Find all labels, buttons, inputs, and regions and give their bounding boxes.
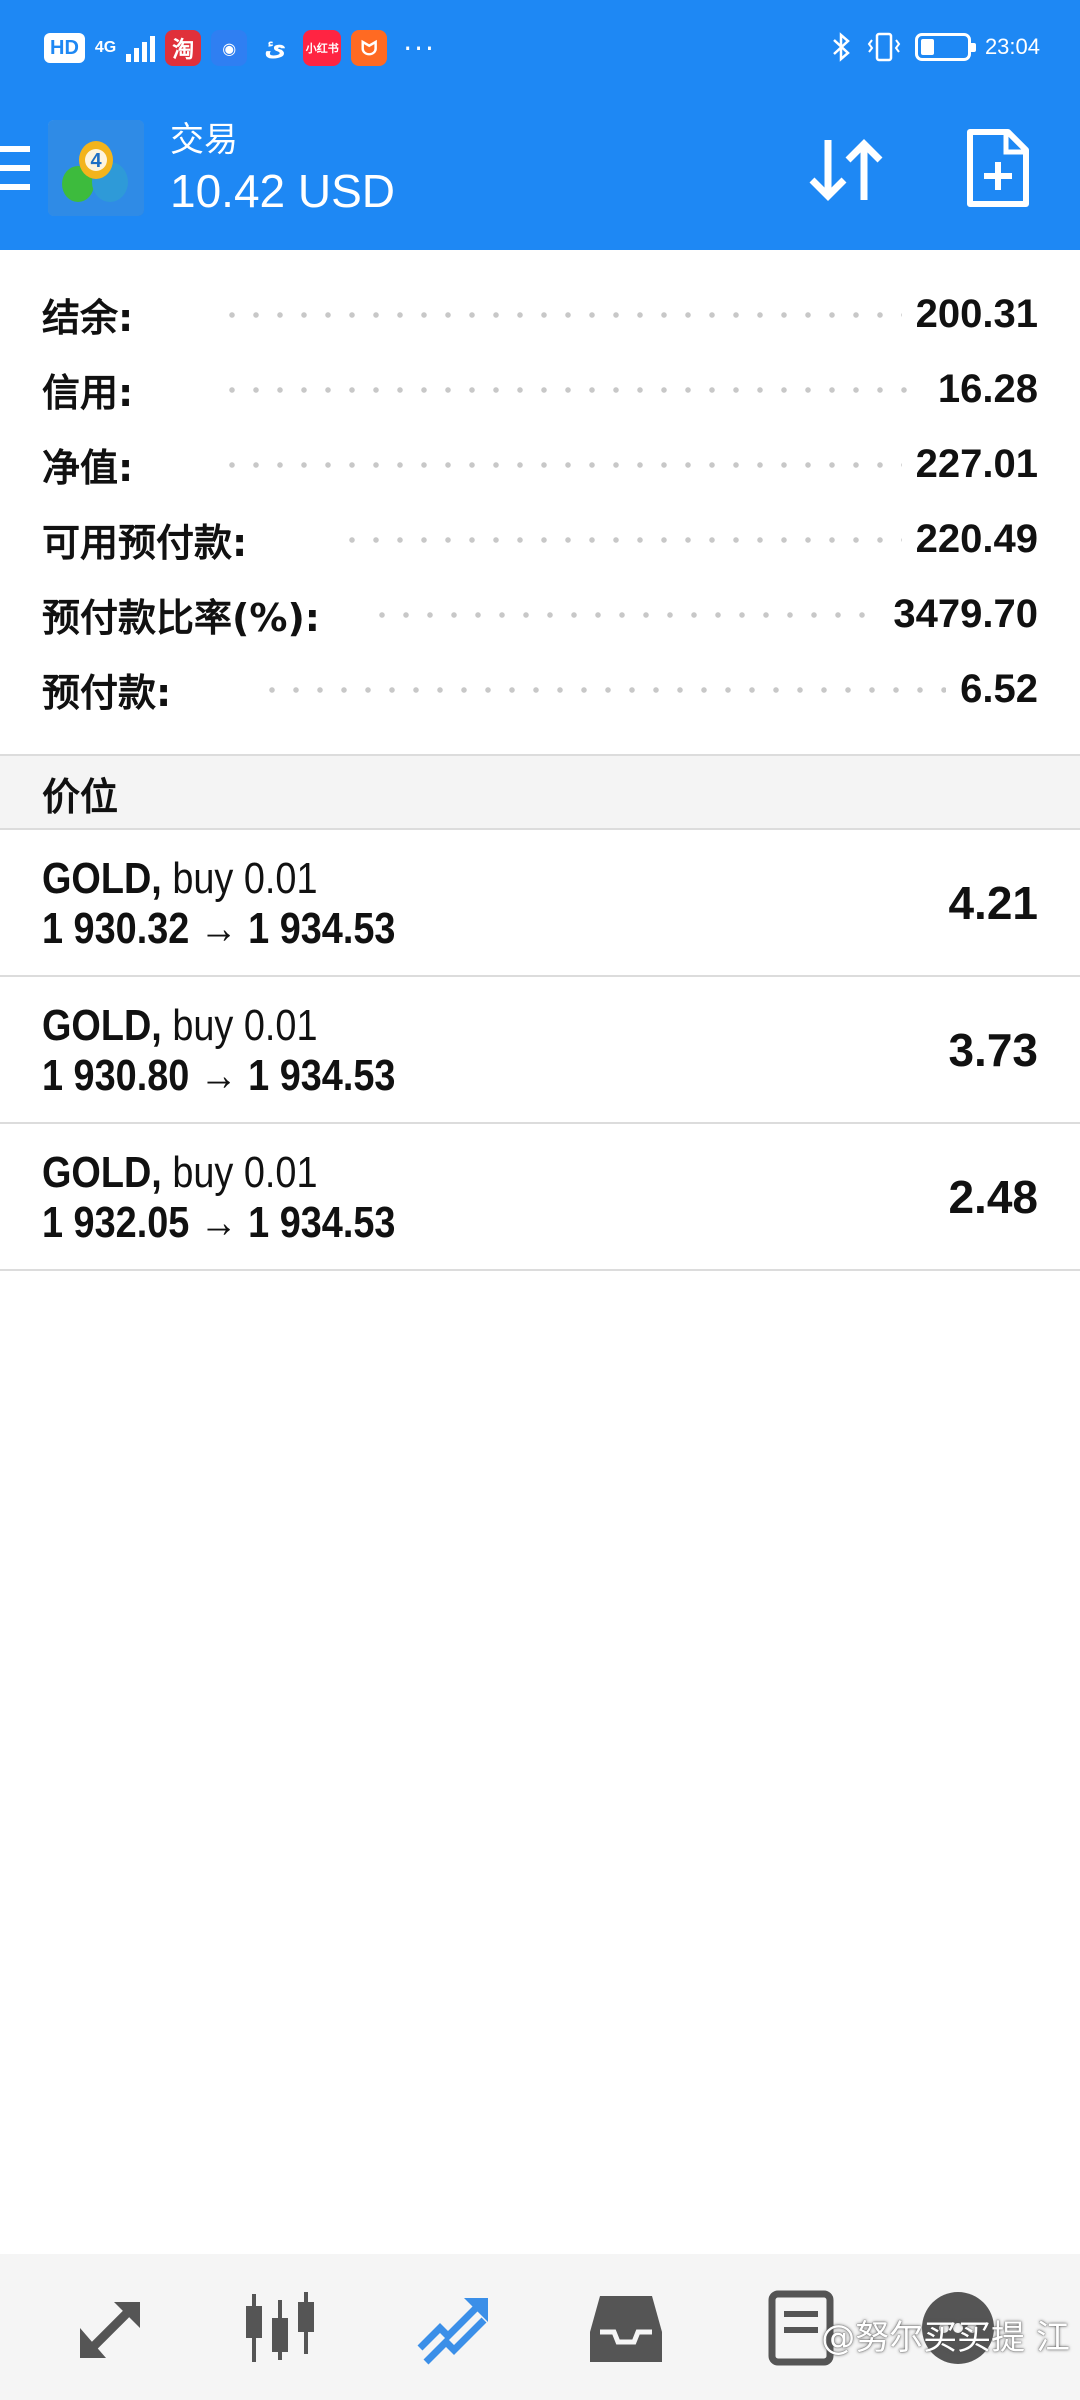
uyghur-app-icon: ئ (264, 34, 287, 62)
status-bar: HD 4G 淘 ◉ ئ 小红书 ᗢ ··· 23:04 (0, 0, 1080, 100)
history-icon[interactable] (586, 2288, 666, 2368)
section-title: 价位 (42, 775, 119, 819)
free-margin-label: 可用预付款: (42, 512, 262, 567)
battery-level (920, 39, 934, 55)
margin-label: 预付款: (42, 662, 186, 717)
total-profit: 10.42 USD (170, 165, 396, 217)
leader-dots (340, 536, 930, 543)
taobao-app-icon: 淘 (165, 30, 202, 66)
quotes-icon[interactable] (70, 2288, 150, 2368)
account-summary: 结余: 200.31 信用: 16.28 净值: 227.01 可用预付款: 2… (0, 250, 1080, 727)
status-left: HD 4G 淘 ◉ ئ 小红书 ᗢ ··· (44, 30, 436, 66)
leader-dots (220, 386, 930, 393)
equity-value: 227.01 (901, 442, 1038, 487)
summary-row-credit: 信用: 16.28 (0, 352, 1080, 427)
positions-list: GOLD, buy 0.01 1 930.32 → 1 934.53 4.21 … (0, 830, 1080, 1271)
position-symbol: GOLD, (42, 1001, 162, 1050)
position-row[interactable]: GOLD, buy 0.01 1 930.80 → 1 934.53 3.73 (0, 977, 1080, 1124)
positions-section-header: 价位 (0, 754, 1080, 830)
status-right: 23:04 (831, 30, 1040, 64)
leader-dots (220, 311, 930, 318)
credit-value: 16.28 (923, 367, 1038, 412)
leader-dots (370, 611, 890, 618)
menu-icon[interactable] (0, 146, 30, 190)
app-notification-icon: ᗢ (351, 30, 388, 66)
summary-row-margin: 预付款: 6.52 (0, 652, 1080, 727)
position-header: GOLD, buy 0.01 (42, 1148, 318, 1198)
credit-label: 信用: (42, 362, 148, 417)
app-bar: 4 交易 10.42 USD (0, 100, 1080, 250)
position-profit: 4.21 (948, 877, 1038, 929)
free-margin-value: 220.49 (901, 517, 1038, 562)
watermark-text: @努尔买买提 江 (821, 2318, 1070, 2358)
position-row[interactable]: GOLD, buy 0.01 1 932.05 → 1 934.53 2.48 (0, 1124, 1080, 1271)
position-profit: 3.73 (948, 1024, 1038, 1076)
clock: 23:04 (984, 34, 1040, 59)
summary-row-margin-level: 预付款比率(%): 3479.70 (0, 577, 1080, 652)
position-side-volume: buy 0.01 (161, 1001, 318, 1050)
xiaohongshu-app-icon: 小红书 (303, 30, 342, 66)
svg-text:4: 4 (90, 150, 102, 172)
hd-indicator: HD (44, 33, 85, 63)
summary-row-balance: 结余: 200.31 (0, 277, 1080, 352)
vibrate-icon (867, 32, 901, 62)
network-type: 4G (94, 39, 117, 56)
position-prices: 1 930.80 → 1 934.53 (42, 1051, 396, 1100)
position-side-volume: buy 0.01 (161, 1148, 318, 1197)
position-symbol: GOLD, (42, 1148, 162, 1197)
position-row[interactable]: GOLD, buy 0.01 1 930.32 → 1 934.53 4.21 (0, 830, 1080, 977)
margin-value: 6.52 (946, 667, 1038, 712)
signal-icon (126, 34, 156, 62)
margin-level-value: 3479.70 (879, 592, 1038, 637)
position-prices: 1 932.05 → 1 934.53 (42, 1198, 396, 1247)
bluetooth-icon (833, 32, 850, 62)
position-side-volume: buy 0.01 (161, 854, 318, 903)
position-symbol: GOLD, (42, 854, 162, 903)
margin-level-label: 预付款比率(%): (42, 587, 335, 642)
summary-row-equity: 净值: 227.01 (0, 427, 1080, 502)
summary-row-free-margin: 可用预付款: 220.49 (0, 502, 1080, 577)
baidu-app-icon: ◉ (211, 30, 248, 66)
equity-label: 净值: (42, 437, 148, 492)
new-order-icon[interactable] (958, 126, 1038, 210)
position-prices: 1 930.32 → 1 934.53 (42, 904, 396, 953)
position-header: GOLD, buy 0.01 (42, 1001, 318, 1051)
position-header: GOLD, buy 0.01 (42, 854, 318, 904)
position-profit: 2.48 (948, 1171, 1038, 1223)
trade-icon[interactable] (412, 2288, 492, 2368)
metatrader-logo: 4 (48, 120, 144, 216)
balance-value: 200.31 (901, 292, 1038, 337)
page-title: 交易 (170, 120, 238, 160)
more-notifications-icon: ··· (403, 31, 436, 65)
leader-dots (220, 461, 930, 468)
leader-dots (260, 686, 950, 693)
balance-label: 结余: (42, 287, 148, 342)
sort-icon[interactable] (806, 130, 886, 210)
battery-icon (914, 33, 976, 61)
chart-icon[interactable] (240, 2288, 320, 2368)
